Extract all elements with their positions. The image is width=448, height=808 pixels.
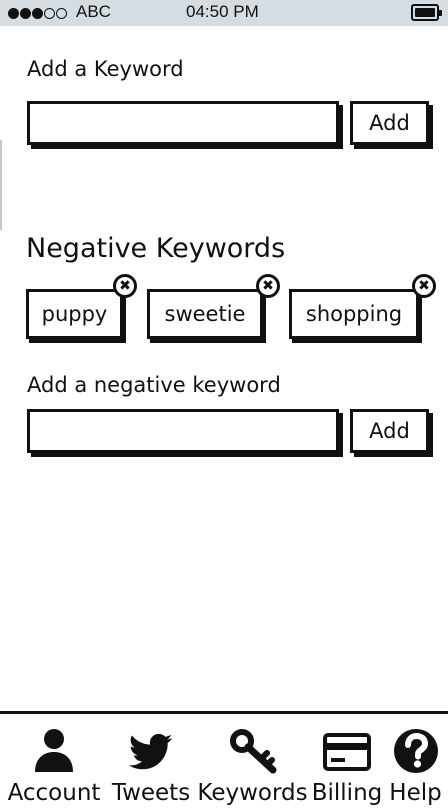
- tab-billing[interactable]: Billing: [311, 714, 383, 808]
- close-circle-icon[interactable]: ✖: [256, 274, 280, 298]
- negative-keyword-chip[interactable]: shopping: [289, 289, 419, 339]
- negative-keyword-chip[interactable]: sweetie: [147, 289, 263, 339]
- tab-account[interactable]: Account: [0, 714, 108, 808]
- scroll-edge: [0, 140, 2, 230]
- status-bar: ABC 04:50 PM: [0, 0, 448, 26]
- add-keyword-label: Add a Keyword: [27, 57, 184, 81]
- tab-label: Account: [7, 780, 101, 806]
- add-keyword-button[interactable]: Add: [350, 101, 429, 145]
- keyword-input[interactable]: [27, 101, 339, 145]
- tab-help[interactable]: Help: [383, 714, 448, 808]
- close-circle-icon[interactable]: ✖: [113, 274, 137, 298]
- battery-icon: [411, 4, 442, 21]
- signal-strength-icon: [8, 7, 67, 19]
- chip-label: puppy: [41, 302, 108, 326]
- signal-dot: [8, 7, 19, 19]
- battery-level: [415, 8, 435, 17]
- negative-keywords-title: Negative Keywords: [26, 233, 286, 264]
- user-icon: [35, 729, 73, 772]
- tab-label: Help: [389, 780, 442, 806]
- signal-dot: [44, 7, 55, 19]
- signal-dot: [32, 7, 43, 19]
- close-circle-icon[interactable]: ✖: [412, 274, 436, 298]
- signal-dot: [56, 7, 67, 19]
- tab-label: Tweets: [111, 780, 191, 806]
- negative-keyword-chip[interactable]: puppy: [26, 289, 123, 339]
- help-icon: [393, 729, 438, 773]
- tab-keywords[interactable]: Keywords: [194, 714, 311, 808]
- tab-tweets[interactable]: Tweets: [108, 714, 194, 808]
- status-time: 04:50 PM: [186, 2, 259, 21]
- tab-bar: Account Tweets Keywords Billing Help: [0, 711, 448, 808]
- negative-keyword-input[interactable]: [27, 409, 339, 453]
- add-negative-keyword-button[interactable]: Add: [350, 409, 429, 453]
- chip-label: shopping: [305, 302, 403, 326]
- tab-label: Billing: [311, 780, 383, 806]
- key-icon: [229, 729, 276, 774]
- carrier-name: ABC: [76, 2, 111, 21]
- add-negative-keyword-label: Add a negative keyword: [27, 373, 281, 397]
- signal-dot: [20, 7, 31, 19]
- credit-card-icon: [323, 733, 371, 771]
- chip-label: sweetie: [164, 302, 246, 326]
- twitter-bird-icon: [129, 733, 173, 770]
- tab-label: Keywords: [197, 780, 308, 806]
